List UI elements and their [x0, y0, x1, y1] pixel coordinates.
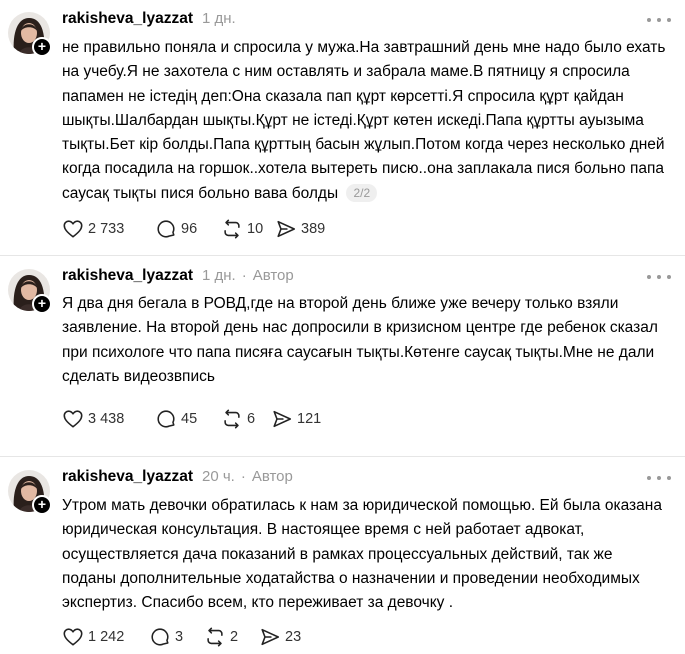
post: + rakisheva_lyazzat 1 дн. · Автор Я два …	[0, 257, 685, 454]
share-icon	[277, 220, 296, 238]
heart-icon	[63, 220, 83, 238]
follow-plus-icon[interactable]: +	[32, 37, 52, 57]
reply-count: 45	[181, 411, 198, 427]
post-text: не правильно поняла и спросила у мужа.На…	[62, 36, 668, 206]
like-count: 3 438	[88, 411, 125, 427]
reply-count: 96	[181, 221, 198, 237]
repost-count: 2	[230, 629, 239, 645]
divider	[0, 456, 685, 457]
post-body: Я два дня бегала в РОВД,где на второй де…	[62, 295, 658, 385]
post-header: rakisheva_lyazzat 1 дн. · Автор	[62, 267, 294, 289]
post: + rakisheva_lyazzat 20 ч. · Автор Утром …	[0, 458, 685, 654]
share-count: 121	[297, 411, 322, 427]
share-icon	[273, 410, 292, 428]
more-dots-icon[interactable]	[647, 12, 671, 28]
page-indicator: 2/2	[346, 183, 378, 202]
post-text: Утром мать девочки обратилась к нам за ю…	[62, 494, 668, 615]
like-count: 1 242	[88, 629, 125, 645]
thread-feed: + rakisheva_lyazzat 1 дн. не правильно п…	[0, 0, 685, 654]
repost-count: 6	[247, 411, 256, 427]
post-actions: 2 733 96 10 389	[62, 218, 325, 240]
follow-plus-icon[interactable]: +	[32, 294, 52, 314]
more-dots-icon[interactable]	[647, 269, 671, 285]
like-button[interactable]: 2 733	[62, 218, 155, 240]
like-button[interactable]: 1 242	[62, 626, 149, 648]
avatar[interactable]: +	[8, 12, 52, 57]
timestamp[interactable]: 1 дн.	[202, 10, 236, 27]
avatar[interactable]: +	[8, 269, 52, 314]
share-icon	[261, 628, 280, 646]
username[interactable]: rakisheva_lyazzat	[62, 267, 193, 285]
reply-button[interactable]: 45	[155, 408, 221, 430]
comment-icon	[157, 410, 175, 428]
separator-dot: ·	[240, 468, 246, 485]
author-label: Автор	[251, 468, 293, 485]
avatar[interactable]: +	[8, 470, 52, 515]
post: + rakisheva_lyazzat 1 дн. не правильно п…	[0, 0, 685, 254]
repost-button[interactable]: 10	[221, 218, 275, 240]
follow-plus-icon[interactable]: +	[32, 495, 52, 515]
username[interactable]: rakisheva_lyazzat	[62, 468, 193, 486]
heart-icon	[63, 410, 83, 428]
repost-count: 10	[247, 221, 264, 237]
repost-icon	[207, 627, 223, 647]
heart-icon	[63, 628, 83, 646]
author-label: Автор	[252, 267, 294, 284]
reply-button[interactable]: 96	[155, 218, 221, 240]
repost-icon	[224, 409, 240, 429]
post-actions: 1 242 3 2 23	[62, 626, 301, 648]
post-header: rakisheva_lyazzat 20 ч. · Автор	[62, 468, 293, 490]
post-text: Я два дня бегала в РОВД,где на второй де…	[62, 292, 668, 389]
more-dots-icon[interactable]	[647, 470, 671, 486]
reply-count: 3	[175, 629, 184, 645]
separator-dot: ·	[241, 267, 247, 284]
post-body: не правильно поняла и спросила у мужа.На…	[62, 39, 666, 202]
repost-icon	[224, 219, 240, 239]
like-count: 2 733	[88, 221, 125, 237]
post-body: Утром мать девочки обратилась к нам за ю…	[62, 497, 662, 612]
repost-button[interactable]: 6	[221, 408, 271, 430]
share-count: 23	[285, 629, 302, 645]
share-button[interactable]: 23	[259, 626, 301, 648]
timestamp[interactable]: 1 дн.	[202, 267, 236, 284]
divider	[0, 255, 685, 256]
share-button[interactable]: 389	[275, 218, 325, 240]
post-actions: 3 438 45 6 121	[62, 408, 321, 430]
post-header: rakisheva_lyazzat 1 дн.	[62, 10, 236, 32]
comment-icon	[157, 220, 175, 238]
reply-button[interactable]: 3	[149, 626, 204, 648]
repost-button[interactable]: 2	[204, 626, 259, 648]
username[interactable]: rakisheva_lyazzat	[62, 10, 193, 28]
comment-icon	[151, 628, 169, 646]
share-button[interactable]: 121	[271, 408, 321, 430]
like-button[interactable]: 3 438	[62, 408, 155, 430]
timestamp[interactable]: 20 ч.	[202, 468, 235, 485]
share-count: 389	[301, 221, 326, 237]
